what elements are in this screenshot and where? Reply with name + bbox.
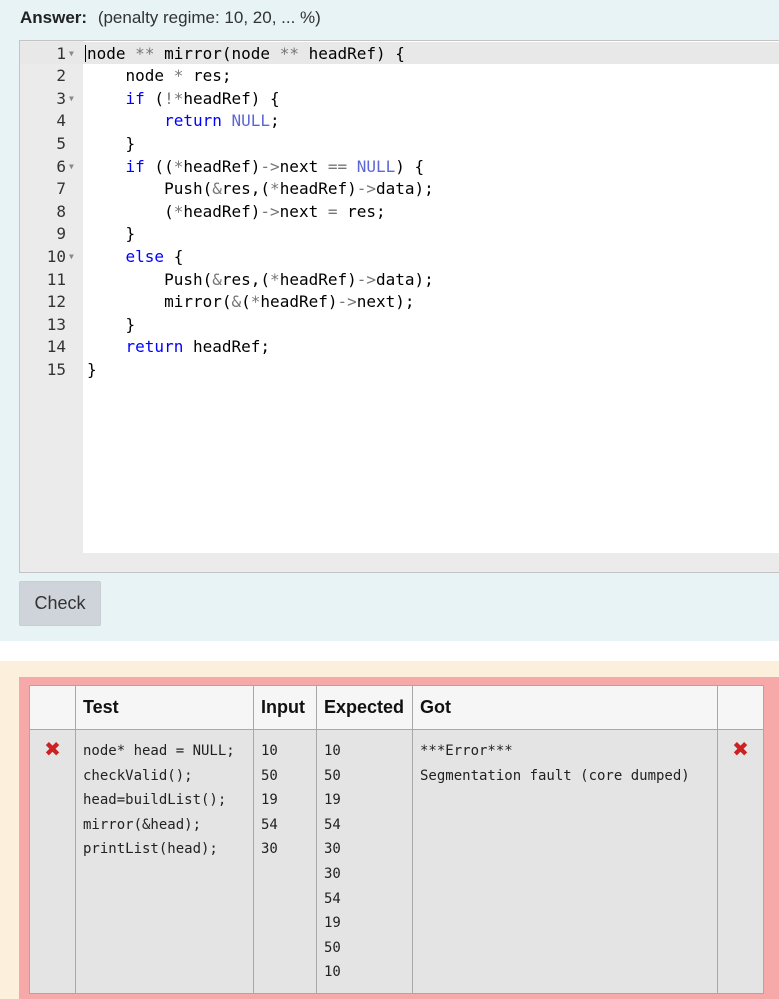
line-number: 2	[56, 66, 66, 86]
penalty-regime: (penalty regime: 10, 20, ... %)	[97, 8, 321, 27]
code-line[interactable]: 10 ▼ else {	[20, 246, 779, 269]
fail-cross-icon: ✖	[732, 739, 749, 761]
results-panel: Test Input Expected Got ✖ node* head = N…	[0, 661, 779, 999]
expected-output: 10 50 19 54 30 30 54 19 50 10	[324, 743, 341, 981]
input-values: 10 50 19 54 30	[261, 743, 278, 858]
code-text: node * res;	[87, 66, 232, 86]
code-text: if (!*headRef) {	[125, 88, 280, 108]
code-line[interactable]: 8 (*headRef)->next = res;	[20, 201, 779, 224]
code-text: mirror(&(*headRef)->next);	[87, 292, 415, 312]
test-code: node* head = NULL; checkValid(); head=bu…	[83, 743, 235, 858]
code-text: }	[87, 224, 136, 244]
answer-header: Answer: (penalty regime: 10, 20, ... %)	[20, 8, 321, 28]
line-number: 3	[56, 88, 66, 108]
results-header-row: Test Input Expected Got	[29, 685, 764, 730]
line-number: 5	[56, 133, 66, 153]
line-number: 14	[46, 337, 66, 357]
code-text: }	[87, 359, 97, 379]
code-text: (*headRef)->next = res;	[87, 201, 386, 221]
code-line[interactable]: 14 return headRef;	[20, 336, 779, 359]
line-number: 1	[56, 43, 66, 63]
code-editor[interactable]: 1 ▼ node ** mirror(node ** headRef) {2 nod…	[19, 40, 779, 573]
code-text: else {	[125, 246, 184, 266]
expected-cell: 10 50 19 54 30 30 54 19 50 10	[316, 729, 413, 994]
line-number: 8	[56, 201, 66, 221]
code-line[interactable]: 12 mirror(&(*headRef)->next);	[20, 291, 779, 314]
code-line[interactable]: 2 node * res;	[20, 65, 779, 88]
line-number: 7	[56, 179, 66, 199]
code-text: Push(&res,(*headRef)->data);	[87, 179, 434, 199]
code-line[interactable]: 6 ▼ if ((*headRef)->next == NULL) {	[20, 156, 779, 179]
fail-cross-icon: ✖	[44, 739, 61, 761]
line-number: 11	[46, 269, 66, 289]
results-frame: Test Input Expected Got ✖ node* head = N…	[19, 677, 779, 999]
input-cell: 10 50 19 54 30	[253, 729, 317, 994]
code-line[interactable]: 15}	[20, 359, 779, 382]
fold-toggle-icon[interactable]: ▼	[69, 156, 74, 179]
fold-toggle-icon[interactable]: ▼	[69, 43, 74, 66]
code-line[interactable]: 4 return NULL;	[20, 110, 779, 133]
code-text: }	[87, 133, 136, 153]
line-number: 12	[46, 292, 66, 312]
code-line[interactable]: 9 }	[20, 223, 779, 246]
got-cell: ***Error*** Segmentation fault (core dum…	[412, 729, 718, 994]
fold-toggle-icon[interactable]: ▼	[69, 88, 74, 111]
header-expected: Expected	[316, 685, 413, 730]
code-text: return NULL;	[164, 111, 280, 131]
header-input: Input	[253, 685, 317, 730]
line-number: 9	[56, 224, 66, 244]
code-line[interactable]: 1 ▼ node ** mirror(node ** headRef) {	[20, 43, 779, 66]
code-text: node ** mirror(node ** headRef) {	[87, 43, 405, 63]
header-test: Test	[75, 685, 254, 730]
code-text: if ((*headRef)->next == NULL) {	[125, 156, 425, 176]
check-button[interactable]: Check	[19, 581, 101, 626]
code-line[interactable]: 3 ▼ if (!*headRef) {	[20, 88, 779, 111]
fold-toggle-icon[interactable]: ▼	[69, 246, 74, 269]
line-number: 10	[46, 246, 66, 266]
line-number: 15	[46, 359, 66, 379]
got-output: ***Error*** Segmentation fault (core dum…	[420, 743, 690, 784]
line-number: 13	[46, 314, 66, 334]
line-number: 6	[56, 156, 66, 176]
code-line[interactable]: 7 Push(&res,(*headRef)->data);	[20, 178, 779, 201]
result-cell: ✖	[717, 729, 764, 994]
status-cell: ✖	[29, 729, 76, 994]
header-status	[29, 685, 76, 730]
code-line[interactable]: 13 }	[20, 314, 779, 337]
results-table: Test Input Expected Got ✖ node* head = N…	[29, 685, 764, 994]
code-line[interactable]: 5 }	[20, 133, 779, 156]
line-number: 4	[56, 111, 66, 131]
answer-panel: Answer: (penalty regime: 10, 20, ... %) …	[0, 0, 779, 641]
code-text: return headRef;	[125, 337, 271, 357]
code-text: Push(&res,(*headRef)->data);	[87, 269, 434, 289]
table-row: ✖ node* head = NULL; checkValid(); head=…	[29, 729, 764, 994]
header-got: Got	[412, 685, 718, 730]
code-text: }	[87, 314, 136, 334]
header-result	[717, 685, 764, 730]
answer-label: Answer:	[20, 8, 88, 27]
test-cell: node* head = NULL; checkValid(); head=bu…	[75, 729, 254, 994]
editor-bottom-strip	[83, 553, 779, 572]
code-line[interactable]: 11 Push(&res,(*headRef)->data);	[20, 269, 779, 292]
